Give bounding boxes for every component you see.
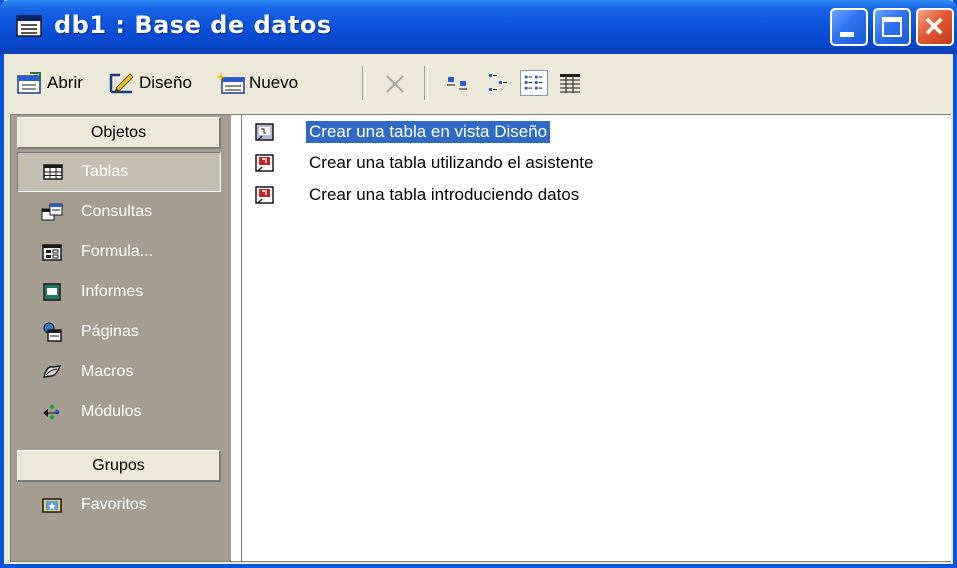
list-item-label: Crear una tabla en vista Diseño [304,120,552,144]
database-toolbar: Abrir Diseño Nuevo [4,54,953,114]
new-icon [216,72,245,94]
open-icon [17,72,41,94]
list-item-create-wizard[interactable]: Crear una tabla utilizando el asistente [254,149,596,177]
design-button[interactable]: Diseño [108,68,192,98]
query-icon [41,203,63,221]
close-button[interactable] [916,8,954,46]
group-label: Favoritos [81,496,147,513]
open-label: Abrir [47,73,83,92]
object-label: Módulos [81,403,142,420]
new-label: Nuevo [249,73,299,92]
object-list: Crear una tabla en vista Diseño Crear un… [241,115,951,561]
object-label: Consultas [81,203,153,220]
object-label: Tablas [82,163,129,180]
minimize-button[interactable] [830,8,868,46]
favorites-icon [42,498,62,513]
maximize-button[interactable] [873,8,911,46]
object-item-modules[interactable]: Módulos [17,392,221,432]
small-icons-button[interactable] [484,70,512,96]
object-label: Macros [81,363,134,380]
list-item-label: Crear una tabla introduciendo datos [309,185,580,204]
large-icons-button[interactable] [444,70,472,96]
close-icon [925,17,943,35]
object-label: Formula... [81,243,154,260]
object-item-macros[interactable]: Macros [17,352,221,392]
list-view-button[interactable] [520,70,548,96]
macro-icon [43,365,62,378]
list-item-create-datasheet[interactable]: Crear una tabla introduciendo datos [254,181,582,209]
object-item-forms[interactable]: Formula... [17,232,221,272]
design-view-shortcut-icon [255,123,274,141]
wizard-shortcut-icon [255,154,274,172]
minimize-icon [840,32,854,37]
database-content: Objetos Tablas Consultas Formula... Info… [10,114,951,562]
objects-header-button[interactable]: Objetos [17,117,221,149]
toolbar-separator [424,66,428,100]
objects-bar: Objetos Tablas Consultas Formula... Info… [11,115,233,561]
new-button[interactable]: Nuevo [216,68,298,98]
object-label: Páginas [81,323,139,340]
open-button[interactable]: Abrir [16,68,83,98]
page-icon [43,322,62,342]
toolbar-separator [362,66,366,100]
form-icon [42,244,62,261]
details-view-button[interactable] [556,70,584,96]
delete-button[interactable] [381,70,409,96]
datasheet-shortcut-icon [255,186,274,204]
list-item-create-design[interactable]: Crear una tabla en vista Diseño [254,118,552,146]
window-title: db1 : Base de datos [54,11,332,39]
database-window-icon [16,15,42,37]
module-icon [43,404,60,420]
report-icon [43,283,61,301]
design-label: Diseño [139,73,192,92]
database-window: db1 : Base de datos Abrir Diseño Nuevo O… [0,0,957,568]
object-item-queries[interactable]: Consultas [17,192,221,232]
object-item-tables[interactable]: Tablas [17,152,221,192]
list-item-label: Crear una tabla utilizando el asistente [309,153,594,172]
table-icon [43,164,63,180]
design-icon [109,73,134,94]
title-bar[interactable]: db1 : Base de datos [0,0,957,54]
groups-header-button[interactable]: Grupos [17,450,221,482]
object-item-pages[interactable]: Páginas [17,312,221,352]
object-item-reports[interactable]: Informes [17,272,221,312]
maximize-icon [882,17,902,37]
group-item-favorites[interactable]: Favoritos [17,485,221,525]
object-label: Informes [81,283,144,300]
